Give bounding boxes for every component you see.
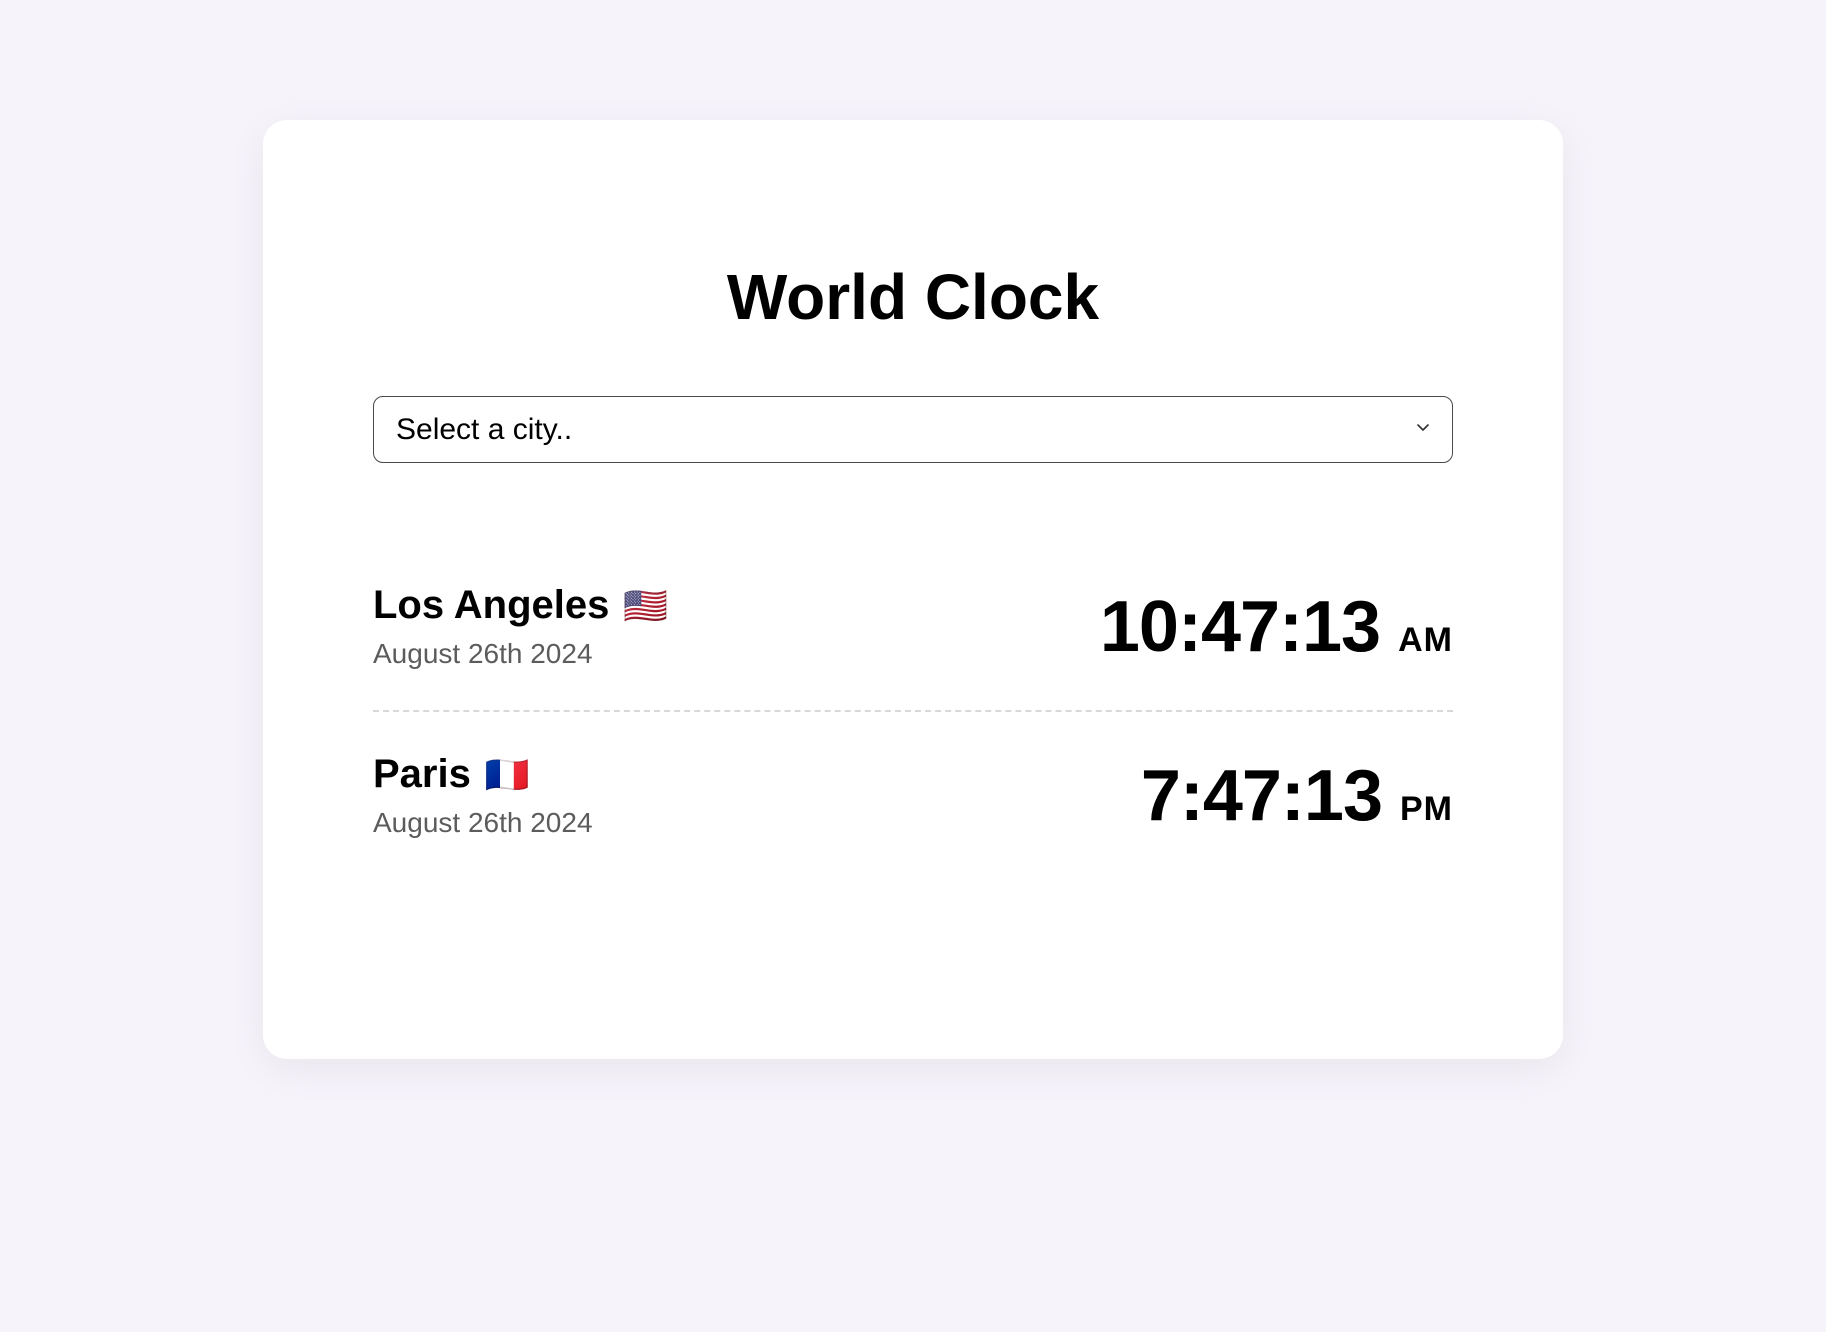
flag-icon: 🇺🇸: [623, 588, 668, 624]
city-row: Los Angeles 🇺🇸 August 26th 2024 10:47:13…: [373, 543, 1453, 712]
flag-icon: 🇫🇷: [485, 757, 530, 793]
city-info: Los Angeles 🇺🇸 August 26th 2024: [373, 583, 668, 670]
world-clock-card: World Clock Select a city.. Los Angeles …: [263, 120, 1563, 1059]
page-title: World Clock: [373, 260, 1453, 334]
city-select[interactable]: Select a city..: [373, 396, 1453, 463]
city-row: Paris 🇫🇷 August 26th 2024 7:47:13 PM: [373, 712, 1453, 879]
city-info: Paris 🇫🇷 August 26th 2024: [373, 752, 593, 839]
city-name: Los Angeles: [373, 583, 609, 628]
city-date: August 26th 2024: [373, 807, 593, 839]
city-ampm: AM: [1398, 621, 1453, 660]
city-time-block: 10:47:13 AM: [1100, 586, 1453, 668]
city-line: Paris 🇫🇷: [373, 752, 593, 797]
city-name: Paris: [373, 752, 471, 797]
city-time: 10:47:13: [1100, 586, 1380, 668]
city-time-block: 7:47:13 PM: [1141, 755, 1453, 837]
city-line: Los Angeles 🇺🇸: [373, 583, 668, 628]
city-ampm: PM: [1400, 790, 1453, 829]
city-date: August 26th 2024: [373, 638, 668, 670]
city-time: 7:47:13: [1141, 755, 1382, 837]
city-select-wrap: Select a city..: [373, 396, 1453, 463]
